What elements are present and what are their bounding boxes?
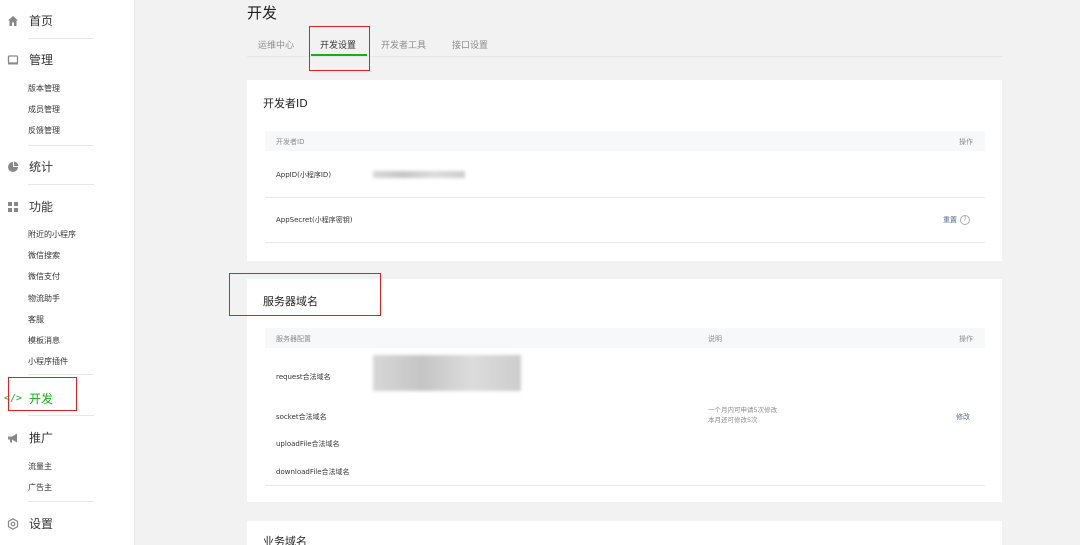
column-header-desc: 说明 (708, 335, 722, 343)
grid-icon (6, 200, 20, 214)
request-domain-label: request合法域名 (276, 373, 331, 381)
appid-label: AppID(小程序ID) (276, 171, 332, 179)
tab-ops[interactable]: 运维中心 (258, 38, 294, 51)
sidebar-item-template[interactable]: 模板消息 (28, 335, 60, 346)
modify-remaining-note: 本月还可修改5次 (708, 416, 758, 424)
card-title: 业务域名 (263, 535, 307, 545)
divider (28, 501, 94, 502)
reset-secret-link[interactable]: 重置? (943, 215, 970, 225)
appsecret-label: AppSecret(小程序密钥) (276, 216, 353, 224)
reset-label: 重置 (943, 216, 957, 224)
sidebar-item-home[interactable]: 首页 (6, 12, 53, 29)
divider (28, 184, 94, 185)
card-title: 开发者ID (263, 97, 308, 110)
sidebar-item-logistics[interactable]: 物流助手 (28, 293, 60, 304)
gear-icon (6, 517, 20, 531)
row-divider (265, 242, 985, 243)
sidebar-item-label: 统计 (29, 160, 54, 174)
socket-domain-label: socket合法域名 (276, 413, 327, 421)
sidebar-item-advertiser[interactable]: 广告主 (28, 482, 52, 493)
developer-id-card: 开发者ID 开发者ID 操作 AppID(小程序ID) AppSecret(小程… (247, 80, 1002, 261)
column-header-id: 开发者ID (276, 138, 305, 146)
highlight-box-tab (309, 26, 370, 71)
sidebar-item-pay[interactable]: 微信支付 (28, 271, 60, 282)
row-divider (265, 485, 985, 486)
column-header-action: 操作 (959, 335, 973, 343)
sidebar-item-traffic[interactable]: 流量主 (28, 461, 52, 472)
sidebar-item-nearby[interactable]: 附近的小程序 (28, 229, 76, 240)
sidebar-item-feedback[interactable]: 反馈管理 (28, 125, 60, 136)
appid-value-redacted (373, 171, 465, 178)
sidebar-item-settings[interactable]: 设置 (6, 515, 53, 532)
help-icon[interactable]: ? (960, 215, 970, 225)
sidebar-item-search[interactable]: 微信搜索 (28, 250, 60, 261)
column-header-config: 服务器配置 (276, 335, 311, 343)
sidebar: 首页 管理 版本管理 成员管理 反馈管理 统计 功能 附近的小程序 微信搜索 微… (0, 0, 135, 545)
sidebar-item-service[interactable]: 客服 (28, 314, 44, 325)
row-divider (265, 197, 985, 198)
modify-link[interactable]: 修改 (956, 412, 970, 422)
highlight-box-server (229, 273, 381, 316)
sidebar-group-label: 功能 (29, 200, 54, 214)
monitor-icon (6, 53, 20, 67)
divider (28, 415, 94, 416)
upload-domain-label: uploadFile合法域名 (276, 440, 340, 448)
divider (28, 145, 94, 146)
business-domain-card: 业务域名 (247, 521, 1002, 545)
modify-limit-note: 一个月内可申请5次修改 (708, 406, 778, 414)
pie-chart-icon (6, 160, 20, 174)
table-header: 开发者ID 操作 (265, 131, 985, 151)
column-header-action: 操作 (959, 138, 973, 146)
sidebar-item-stats[interactable]: 统计 (6, 158, 53, 175)
sidebar-item-version[interactable]: 版本管理 (28, 83, 60, 94)
sidebar-item-plugin[interactable]: 小程序插件 (28, 356, 68, 367)
sidebar-item-label: 首页 (29, 14, 54, 28)
divider (28, 38, 94, 39)
megaphone-icon (6, 431, 20, 445)
highlight-box-dev (8, 377, 77, 411)
sidebar-group-promo: 推广 (6, 429, 53, 446)
sidebar-group-label: 管理 (29, 53, 54, 67)
sidebar-item-label: 设置 (29, 517, 54, 531)
sidebar-item-members[interactable]: 成员管理 (28, 104, 60, 115)
home-icon (6, 14, 20, 28)
page-title: 开发 (247, 4, 278, 22)
domain-values-redacted (373, 355, 521, 391)
tab-api-settings[interactable]: 接口设置 (452, 38, 488, 51)
download-domain-label: downloadFile合法域名 (276, 468, 350, 476)
sidebar-group-features: 功能 (6, 198, 53, 215)
sidebar-group-manage: 管理 (6, 51, 53, 68)
divider (28, 374, 94, 375)
tab-dev-tools[interactable]: 开发者工具 (381, 38, 426, 51)
sidebar-group-label: 推广 (29, 431, 54, 445)
table-header: 服务器配置 说明 操作 (265, 328, 985, 348)
